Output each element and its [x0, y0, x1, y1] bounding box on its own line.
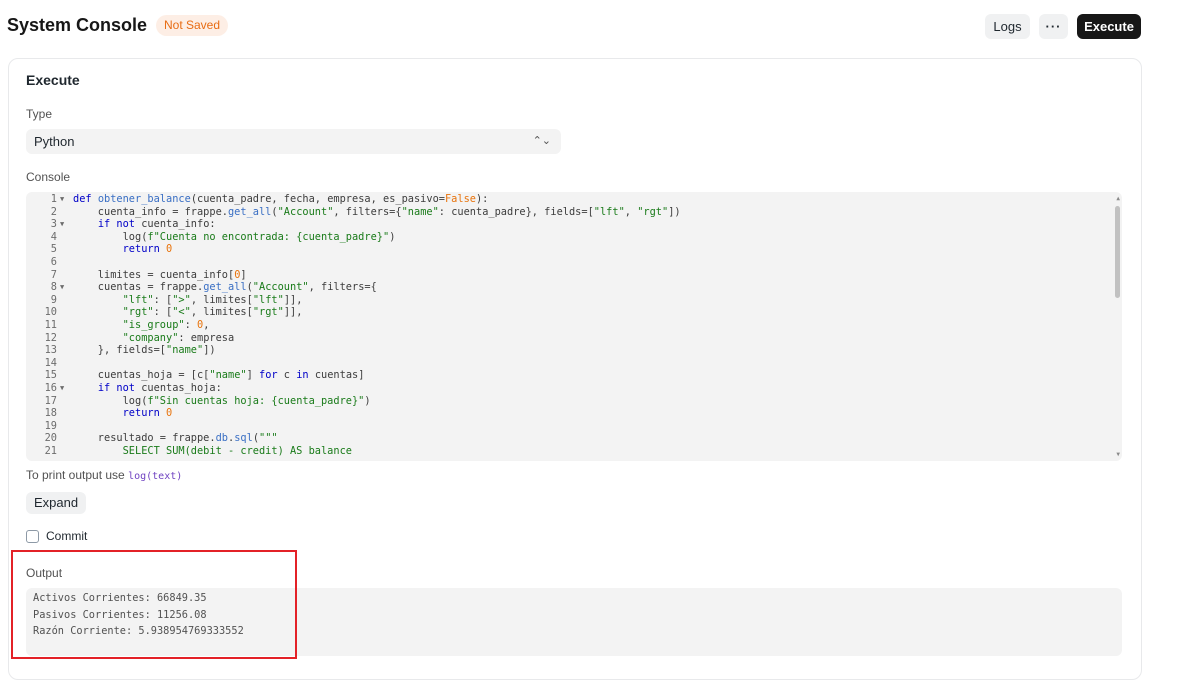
code-line[interactable]: 7 limites = cuenta_info[0] [26, 269, 1106, 282]
code-line[interactable]: 9 "lft": [">", limites["lft"]], [26, 294, 1106, 307]
line-number: 16 [44, 382, 57, 394]
more-actions-button[interactable]: ··· [1039, 14, 1068, 39]
logs-button[interactable]: Logs [985, 14, 1030, 39]
code-text: limites = cuenta_info[0] [73, 268, 247, 281]
line-number: 10 [44, 306, 57, 319]
type-select[interactable]: Python ⌃⌄ [26, 129, 561, 154]
code-line[interactable]: 14 [26, 357, 1106, 370]
code-text: if not cuentas_hoja: [97, 382, 222, 394]
editor-scrollbar[interactable]: ▲ ▼ [1112, 192, 1122, 461]
code-text: log(f"Sin cuentas hoja: {cuenta_padre}") [73, 394, 371, 407]
line-number: 7 [50, 268, 57, 281]
output-highlight-box [11, 550, 297, 659]
line-number: 4 [50, 230, 57, 243]
print-hint-text: To print output use [26, 468, 129, 482]
code-line[interactable]: 21 SELECT SUM(debit - credit) AS balance [26, 445, 1106, 458]
code-line[interactable]: 19 [26, 420, 1106, 433]
code-text: }, fields=["name"]) [73, 344, 216, 357]
scroll-up-icon[interactable]: ▲ [1116, 195, 1120, 202]
code-text: resultado = frappe.db.sql(""" [73, 432, 278, 445]
code-line[interactable]: 4 log(f"Cuenta no encontrada: {cuenta_pa… [26, 231, 1106, 244]
line-number: 19 [44, 419, 57, 432]
code-line[interactable]: 6 [26, 256, 1106, 269]
code-text: "rgt": ["<", limites["rgt"]], [122, 306, 303, 319]
code-line[interactable]: 15 cuentas_hoja = [c["name"] for c in cu… [26, 369, 1106, 382]
line-number: 15 [44, 369, 57, 382]
scroll-thumb[interactable] [1115, 206, 1120, 298]
code-line[interactable]: 17 log(f"Sin cuentas hoja: {cuenta_padre… [26, 395, 1106, 408]
code-text: if not cuenta_info: [97, 218, 216, 231]
line-number: 8 [50, 281, 57, 294]
console-label: Console [26, 170, 71, 184]
commit-checkbox[interactable] [26, 530, 39, 544]
line-number: 9 [50, 293, 57, 306]
print-hint: To print output use log(text) [26, 468, 182, 482]
type-select-value: Python [34, 134, 75, 149]
code-text: def obtener_balance(cuenta_padre, fecha,… [73, 193, 489, 205]
execute-button[interactable]: Execute [1077, 14, 1141, 39]
expand-button[interactable]: Expand [26, 492, 86, 514]
code-line[interactable]: 11 "is_group": 0, [26, 319, 1106, 332]
line-number: 2 [50, 205, 57, 218]
line-number: 20 [44, 432, 57, 445]
line-number: 13 [44, 344, 57, 357]
line-number: 5 [50, 243, 57, 256]
fold-arrow-icon[interactable]: ▼ [60, 281, 64, 294]
code-line[interactable]: 12 "company": empresa [26, 332, 1106, 345]
not-saved-badge: Not Saved [156, 15, 229, 36]
code-line[interactable]: 16 ▼ if not cuentas_hoja: [26, 382, 1106, 395]
code-text: return 0 [122, 407, 173, 420]
code-text: cuentas_hoja = [c["name"] for c in cuent… [73, 369, 365, 382]
print-hint-code: log(text) [128, 471, 183, 482]
page-title: System Console [7, 15, 148, 35]
code-text: return 0 [122, 243, 173, 256]
code-line[interactable]: 20 resultado = frappe.db.sql(""" [26, 432, 1106, 445]
code-text: log(f"Cuenta no encontrada: {cuenta_padr… [73, 230, 396, 243]
code-line[interactable]: 18 return 0 [26, 407, 1106, 420]
line-number: 12 [44, 331, 57, 344]
line-number: 3 [50, 218, 57, 231]
code-text: "is_group": 0, [122, 319, 210, 331]
line-number: 14 [44, 356, 57, 369]
line-number: 11 [44, 319, 57, 331]
fold-arrow-icon[interactable]: ▼ [60, 193, 64, 206]
code-line[interactable]: 10 "rgt": ["<", limites["rgt"]], [26, 306, 1106, 319]
fold-arrow-icon[interactable]: ▼ [60, 382, 64, 395]
line-number: 18 [44, 407, 57, 420]
line-number: 6 [50, 256, 57, 268]
code-line[interactable]: 3 ▼ if not cuenta_info: [26, 218, 1106, 231]
commit-label: Commit [46, 529, 88, 543]
section-heading: Execute [26, 72, 80, 88]
code-text: "company": empresa [122, 331, 235, 344]
code-line[interactable]: 1 ▼ def obtener_balance(cuenta_padre, fech… [26, 193, 1106, 206]
chevron-updown-icon: ⌃⌄ [532, 135, 551, 147]
scroll-down-icon[interactable]: ▼ [1116, 451, 1120, 458]
code-line[interactable]: 5 return 0 [26, 243, 1106, 256]
code-text: cuenta_info = frappe.get_all("Account", … [73, 205, 681, 218]
line-number: 1 [50, 193, 57, 205]
code-line[interactable]: 8 ▼ cuentas = frappe.get_all("Account", f… [26, 281, 1106, 294]
line-number: 21 [44, 445, 57, 457]
line-number: 17 [44, 394, 57, 407]
code-text: "lft": [">", limites["lft"]], [122, 293, 303, 306]
page-header: System Console Not Saved Logs ··· Execut… [0, 0, 1177, 52]
code-line[interactable]: 13 }, fields=["name"]) [26, 344, 1106, 357]
type-label: Type [26, 107, 53, 121]
code-text: SELECT SUM(debit - credit) AS balance [73, 445, 352, 457]
commit-checkbox-row[interactable]: Commit [26, 529, 88, 544]
fold-arrow-icon[interactable]: ▼ [60, 218, 64, 231]
code-editor[interactable]: 21 SELECT SUM(debit - credit) AS balance… [26, 192, 1122, 461]
code-line[interactable]: 2 cuenta_info = frappe.get_all("Account"… [26, 206, 1106, 219]
code-text: cuentas = frappe.get_all("Account", filt… [73, 281, 377, 294]
